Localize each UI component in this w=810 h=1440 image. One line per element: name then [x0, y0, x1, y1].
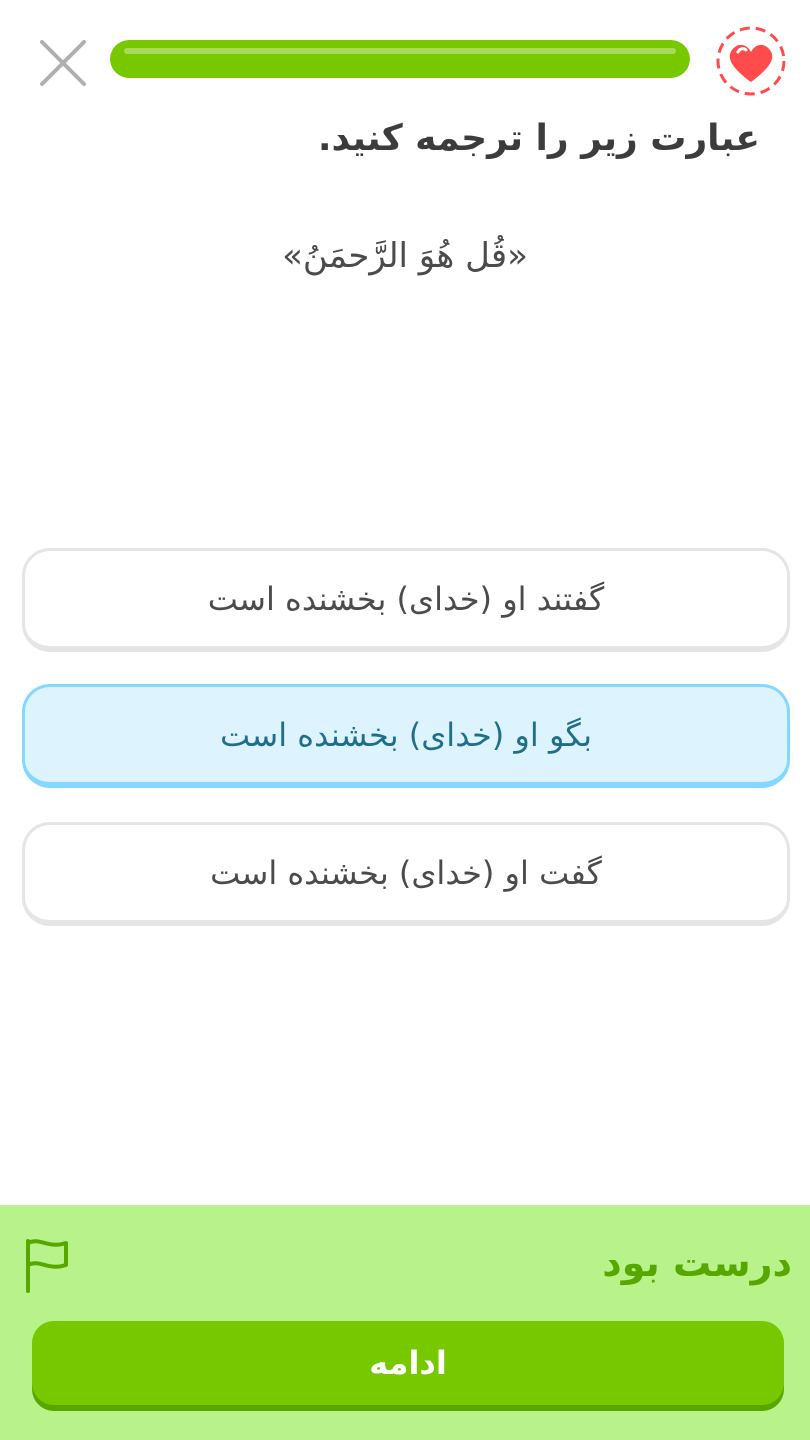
heart-icon	[716, 26, 786, 96]
close-button[interactable]	[36, 36, 90, 90]
answer-option-3[interactable]: گفت او (خدای) بخشنده است	[22, 822, 790, 926]
feedback-panel: درست بود ادامه	[0, 1205, 810, 1440]
lesson-progress-bar	[110, 40, 690, 78]
hearts-indicator[interactable]	[712, 22, 790, 100]
answer-option-2[interactable]: بگو او (خدای) بخشنده است	[22, 684, 790, 788]
progress-shine	[124, 48, 676, 54]
progress-fill	[110, 40, 690, 78]
continue-button[interactable]: ادامه	[32, 1321, 784, 1405]
feedback-title: درست بود	[602, 1241, 792, 1285]
report-button[interactable]	[22, 1235, 74, 1295]
instruction-text: عبارت زیر را ترجمه کنید.	[317, 118, 760, 159]
prompt-phrase: «قُل هُوَ الرَّحمَنُ»	[282, 236, 528, 276]
flag-icon	[26, 1239, 68, 1293]
close-icon	[40, 40, 86, 86]
answer-option-1[interactable]: گفتند او (خدای) بخشنده است	[22, 548, 790, 652]
